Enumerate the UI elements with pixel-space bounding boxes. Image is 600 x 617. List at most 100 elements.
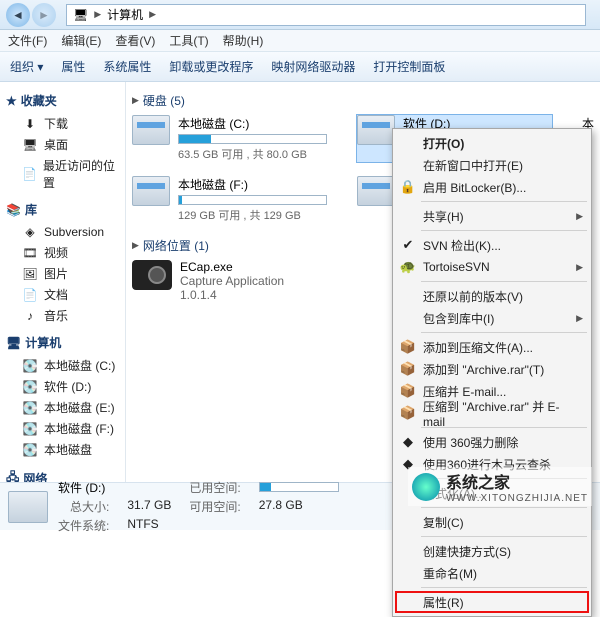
context-item-label: 属性(R): [423, 594, 464, 611]
drive-c[interactable]: 本地磁盘 (C:) 63.5 GB 可用 , 共 80.0 GB: [132, 115, 327, 162]
context-item-label: 还原以前的版本(V): [423, 288, 523, 305]
status-fs-label: 文件系统:: [58, 517, 109, 534]
category-hard-disks[interactable]: ▶硬盘 (5): [132, 92, 594, 109]
drive-icon: 💽: [22, 442, 38, 458]
forward-button[interactable]: ►: [32, 3, 56, 27]
drive-icon: 💽: [22, 400, 38, 416]
watermark-url: WWW.XITONGZHIJIA.NET: [446, 493, 588, 504]
toolbar-uninstall[interactable]: 卸载或更改程序: [169, 58, 253, 75]
menu-view[interactable]: 查看(V): [115, 32, 155, 49]
drive-name: 本地磁盘 (C:): [178, 115, 327, 132]
watermark: 系统之家 WWW.XITONGZHIJIA.NET: [408, 467, 592, 506]
sidebar-item-documents[interactable]: 📄文档: [4, 284, 121, 305]
sidebar-drive-f[interactable]: 💽本地磁盘 (F:): [4, 418, 121, 439]
netloc-version: 1.0.1.4: [180, 288, 284, 302]
computer-icon: 🖥: [6, 336, 21, 350]
picture-icon: 🖼: [22, 266, 38, 282]
context-menu: 打开(O) 在新窗口中打开(E) 🔒启用 BitLocker(B)... 共享(H) ✔…: [392, 128, 592, 617]
sidebar-item-videos[interactable]: 🎞视频: [4, 242, 121, 263]
context-item-icon: 📦: [399, 404, 417, 422]
menu-help[interactable]: 帮助(H): [223, 32, 264, 49]
document-icon: 📄: [22, 287, 38, 303]
sidebar-libraries-head[interactable]: 📚库: [6, 201, 121, 218]
collapse-icon: ▶: [132, 95, 139, 106]
toolbar-properties[interactable]: 属性: [61, 58, 85, 75]
drive-usage-text: 63.5 GB 可用 , 共 80.0 GB: [178, 146, 327, 162]
context-item-icon: ◆: [399, 433, 417, 451]
sidebar-drive-e[interactable]: 💽本地磁盘 (E:): [4, 397, 121, 418]
back-button[interactable]: ◄: [6, 3, 30, 27]
menu-bar: 文件(F) 编辑(E) 查看(V) 工具(T) 帮助(H): [0, 30, 600, 52]
sidebar-favorites-head[interactable]: ★收藏夹: [6, 92, 121, 109]
context-separator: [421, 201, 587, 202]
toolbar-map-drive[interactable]: 映射网络驱动器: [271, 58, 355, 75]
watermark-logo-icon: [412, 473, 440, 501]
context-item-label: 打开(O): [423, 135, 464, 152]
context-item-label: TortoiseSVN: [423, 260, 490, 274]
context-item[interactable]: 📦压缩到 "Archive.rar" 并 E-mail: [395, 402, 589, 424]
context-item[interactable]: ◆ 使用 360强力删除: [395, 431, 589, 453]
context-item[interactable]: ✔SVN 检出(K)...: [395, 234, 589, 256]
context-separator: [421, 281, 587, 282]
toolbar-system-properties[interactable]: 系统属性: [103, 58, 151, 75]
context-separator: [421, 507, 587, 508]
context-item[interactable]: 属性(R): [395, 591, 589, 613]
address-bar[interactable]: 🖥 ▶ 计算机 ▶: [66, 4, 586, 26]
context-item[interactable]: 共享(H): [395, 205, 589, 227]
status-total-label: 总大小:: [58, 498, 109, 515]
context-item-icon: 🐢: [399, 258, 417, 276]
breadcrumb-computer[interactable]: 计算机: [107, 6, 143, 23]
computer-icon: 🖥: [73, 8, 88, 22]
context-item[interactable]: 📦添加到压缩文件(A)...: [395, 336, 589, 358]
context-item[interactable]: 重命名(M): [395, 562, 589, 584]
drive-name: 本地磁盘 (F:): [178, 176, 327, 193]
status-free-value: 27.8 GB: [259, 498, 339, 515]
context-item-label: 共享(H): [423, 208, 464, 225]
context-item[interactable]: 包含到库中(I): [395, 307, 589, 329]
context-item[interactable]: 🔒启用 BitLocker(B)...: [395, 176, 589, 198]
context-item-icon: ✔: [399, 236, 417, 254]
context-item[interactable]: 创建快捷方式(S): [395, 540, 589, 562]
menu-edit[interactable]: 编辑(E): [61, 32, 101, 49]
context-item-label: 创建快捷方式(S): [423, 543, 511, 560]
menu-file[interactable]: 文件(F): [8, 32, 47, 49]
sidebar-item-desktop[interactable]: 🖥桌面: [4, 134, 121, 155]
sidebar-drive-other[interactable]: 💽本地磁盘: [4, 439, 121, 460]
menu-tools[interactable]: 工具(T): [169, 32, 208, 49]
context-item[interactable]: 还原以前的版本(V): [395, 285, 589, 307]
status-free-label: 可用空间:: [189, 498, 240, 515]
sidebar-item-subversion[interactable]: ◈Subversion: [4, 222, 121, 242]
context-item-icon: 📦: [399, 382, 417, 400]
sidebar-drive-c[interactable]: 💽本地磁盘 (C:): [4, 355, 121, 376]
sidebar: ★收藏夹 ⬇下载 🖥桌面 📄最近访问的位置 📚库 ◈Subversion 🎞视频…: [0, 82, 126, 482]
sidebar-item-pictures[interactable]: 🖼图片: [4, 263, 121, 284]
sidebar-computer-head[interactable]: 🖥计算机: [6, 334, 121, 351]
drive-f[interactable]: 本地磁盘 (F:) 129 GB 可用 , 共 129 GB: [132, 176, 327, 223]
toolbar-control-panel[interactable]: 打开控制面板: [373, 58, 445, 75]
context-item-label: 添加到 "Archive.rar"(T): [423, 361, 544, 378]
toolbar: 组织 ▾ 属性 系统属性 卸载或更改程序 映射网络驱动器 打开控制面板: [0, 52, 600, 82]
drive-icon: [357, 176, 395, 206]
context-item-label: 在新窗口中打开(E): [423, 157, 523, 174]
sidebar-item-music[interactable]: ♪音乐: [4, 305, 121, 326]
breadcrumb-sep-icon: ▶: [149, 9, 156, 20]
context-item[interactable]: 📦 添加到 "Archive.rar"(T): [395, 358, 589, 380]
drive-icon: [8, 491, 48, 523]
context-item[interactable]: 🐢 TortoiseSVN: [395, 256, 589, 278]
drive-icon: 💽: [22, 379, 38, 395]
sidebar-drive-d[interactable]: 💽软件 (D:): [4, 376, 121, 397]
netloc-name: ECap.exe: [180, 260, 284, 274]
context-item[interactable]: 打开(O): [395, 132, 589, 154]
recent-icon: 📄: [22, 166, 37, 182]
toolbar-organize[interactable]: 组织 ▾: [10, 58, 43, 75]
sidebar-item-recent[interactable]: 📄最近访问的位置: [4, 155, 121, 193]
music-icon: ♪: [22, 308, 38, 324]
context-item-icon: 📦: [399, 360, 417, 378]
context-item-label: 重命名(M): [423, 565, 477, 582]
context-item-label: 使用 360强力删除: [423, 434, 518, 451]
context-item-icon: 🔒: [399, 178, 417, 196]
status-fs-value: NTFS: [127, 517, 171, 534]
context-item[interactable]: 在新窗口中打开(E): [395, 154, 589, 176]
drive-usage-text: 129 GB 可用 , 共 129 GB: [178, 207, 327, 223]
sidebar-item-downloads[interactable]: ⬇下载: [4, 113, 121, 134]
